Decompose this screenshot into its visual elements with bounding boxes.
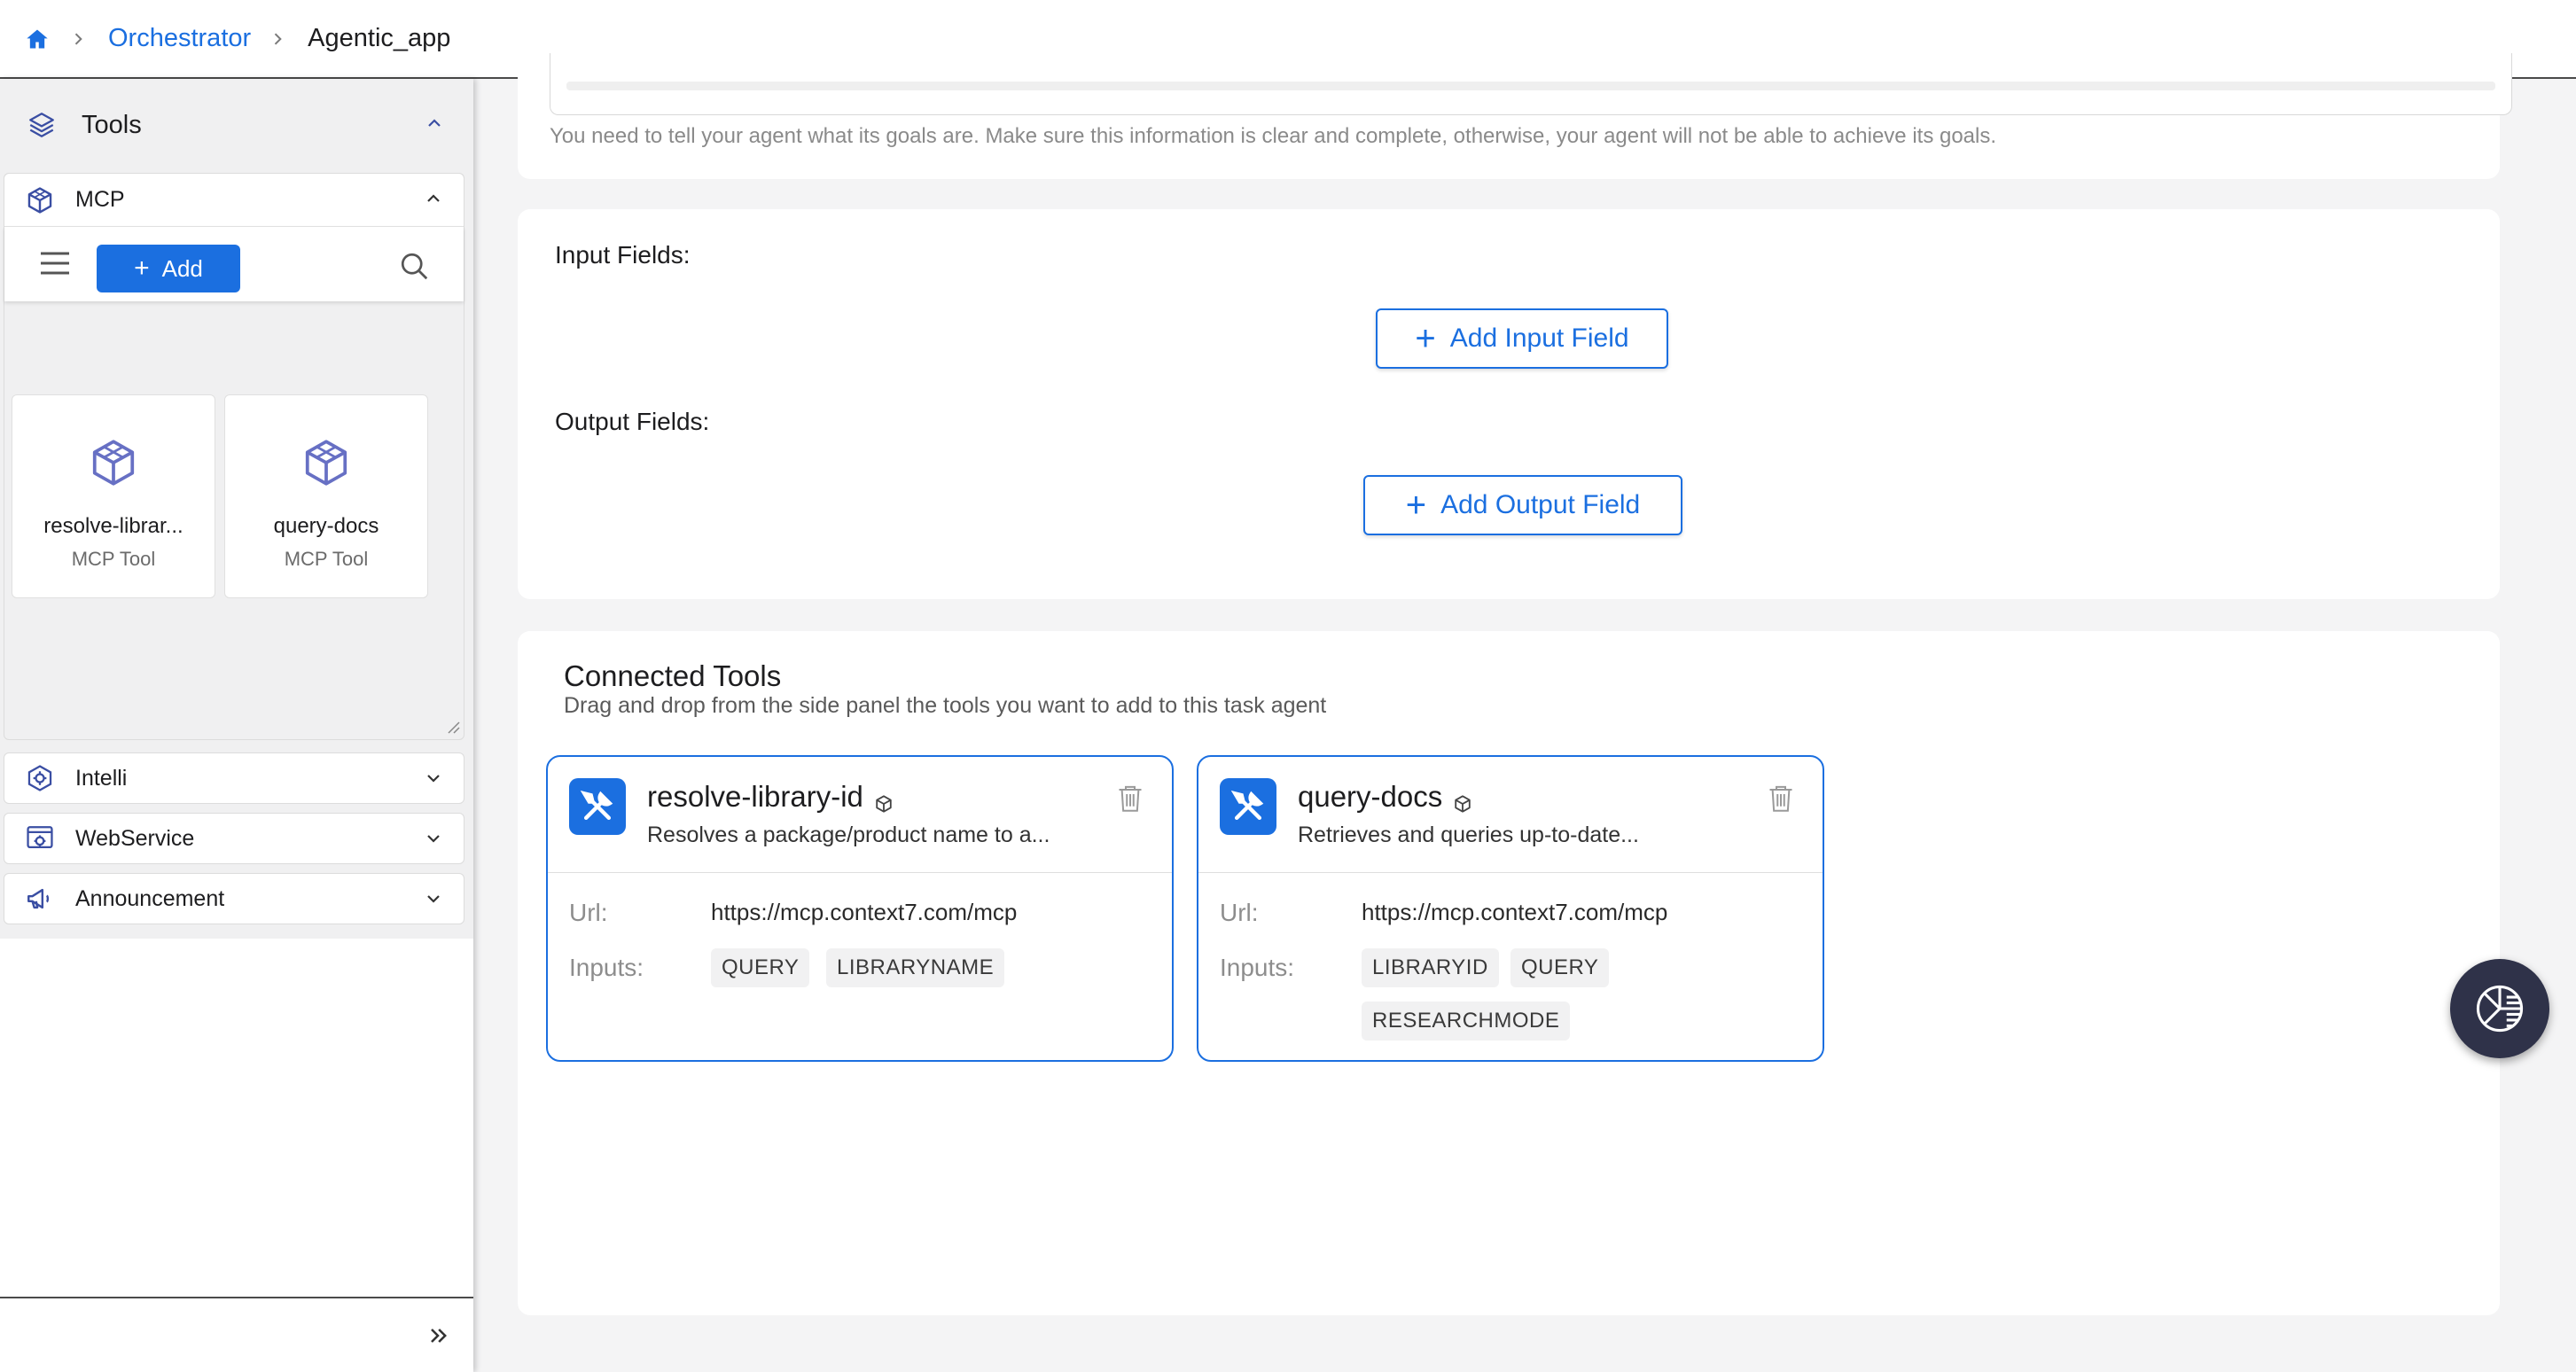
trash-icon[interactable] [1768, 783, 1794, 814]
tool-card-name: query-docs [273, 514, 379, 538]
webservice-icon [24, 822, 56, 854]
connected-tool-card[interactable]: query-docs Retrieves and queries up-to-d… [1197, 755, 1824, 1062]
url-key: Url: [1220, 899, 1259, 926]
output-fields-label: Output Fields: [555, 408, 710, 435]
connected-tool-name: resolve-library-id [647, 780, 894, 814]
input-tag: QUERY [1510, 948, 1610, 987]
input-tag: QUERY [711, 948, 810, 987]
tool-card-type: MCP Tool [71, 548, 156, 570]
breadcrumb-orchestrator[interactable]: Orchestrator [108, 24, 251, 53]
fields-card: Input Fields: + Add Input Field Output F… [518, 209, 2500, 599]
plus-icon: + [134, 253, 150, 283]
goals-hint: You need to tell your agent what its goa… [550, 124, 1997, 148]
cube-icon [1453, 787, 1472, 813]
cube-icon [300, 436, 353, 489]
url-value: https://mcp.context7.com/mcp [1362, 899, 1668, 925]
input-tag: LIBRARYNAME [826, 948, 1005, 987]
tools-header[interactable]: Tools [0, 79, 473, 171]
connected-tool-name-text: query-docs [1298, 780, 1443, 813]
connected-tool-card[interactable]: resolve-library-id Resolves a package/pr… [546, 755, 1174, 1062]
chevron-right-icon [69, 29, 89, 49]
inputs-key: Inputs: [569, 954, 644, 981]
mcp-section-header[interactable]: MCP [4, 174, 464, 227]
webservice-section-label: WebService [75, 825, 195, 851]
double-chevron-right-icon[interactable] [425, 1323, 452, 1350]
tools-wrench-icon [1220, 778, 1276, 835]
cube-icon [87, 436, 140, 489]
intelli-section-label: Intelli [75, 765, 128, 791]
gear-hex-icon [24, 762, 56, 794]
add-output-field-label: Add Output Field [1440, 490, 1641, 519]
assistant-logo-icon [2472, 981, 2527, 1036]
resize-handle-icon[interactable] [444, 718, 460, 734]
mcp-tool-card[interactable]: query-docs MCP Tool [224, 394, 428, 598]
connected-tools-card: Connected Tools Drag and drop from the s… [518, 631, 2500, 1315]
mcp-section-label: MCP [75, 187, 125, 212]
connected-tool-description: Retrieves and queries up-to-date... [1298, 822, 1639, 847]
inputs-key: Inputs: [1220, 954, 1295, 981]
url-value: https://mcp.context7.com/mcp [711, 899, 1018, 925]
mcp-toolbar: + Add [4, 227, 464, 301]
menu-icon[interactable] [40, 250, 70, 277]
input-tag: RESEARCHMODE [1362, 1002, 1571, 1041]
announcement-section-header[interactable]: Announcement [4, 873, 464, 924]
connected-tool-description: Resolves a package/product name to a... [647, 822, 1050, 847]
tools-wrench-icon [569, 778, 626, 835]
url-key: Url: [569, 899, 608, 926]
add-input-field-button[interactable]: + Add Input Field [1376, 308, 1668, 369]
search-icon[interactable] [398, 250, 430, 282]
intelli-section-header[interactable]: Intelli [4, 752, 464, 804]
cube-icon [24, 184, 56, 216]
add-button-label: Add [161, 254, 203, 282]
divider [1198, 872, 1823, 873]
input-tag: LIBRARYID [1362, 948, 1499, 987]
chevron-down-icon[interactable] [423, 828, 446, 851]
announcement-section-label: Announcement [75, 885, 225, 911]
input-fields-label: Input Fields: [555, 241, 691, 269]
assistant-fab[interactable] [2450, 959, 2549, 1058]
goals-textarea[interactable] [550, 53, 2512, 115]
chevron-up-icon[interactable] [424, 113, 447, 136]
tool-card-name: resolve-librar... [43, 514, 183, 538]
trash-icon[interactable] [1117, 783, 1144, 814]
goals-card: You need to tell your agent what its goa… [518, 53, 2512, 179]
breadcrumb-current: Agentic_app [308, 24, 451, 52]
add-output-field-button[interactable]: + Add Output Field [1363, 475, 1682, 535]
plus-icon: + [1405, 486, 1427, 525]
webservice-section-header[interactable]: WebService [4, 813, 464, 864]
add-mcp-tool-button[interactable]: + Add [97, 245, 240, 292]
megaphone-icon [24, 883, 56, 915]
cube-icon [874, 787, 894, 813]
mcp-tool-card[interactable]: resolve-librar... MCP Tool [12, 394, 215, 598]
tool-card-type: MCP Tool [284, 548, 369, 570]
chevron-up-icon[interactable] [423, 188, 446, 211]
connected-tools-subtitle: Drag and drop from the side panel the to… [564, 693, 1327, 718]
sidebar-footer [0, 1297, 473, 1372]
plus-icon: + [1415, 319, 1436, 358]
chevron-down-icon[interactable] [423, 768, 446, 791]
tools-title: Tools [82, 110, 142, 139]
chevron-down-icon[interactable] [423, 888, 446, 911]
add-input-field-label: Add Input Field [1449, 324, 1629, 353]
tools-sidebar: Tools MCP + Add resolve-librar... MCP To… [0, 79, 473, 1372]
divider [548, 872, 1172, 873]
connected-tool-name-text: resolve-library-id [647, 780, 863, 813]
connected-tools-title: Connected Tools [564, 659, 782, 692]
connected-tool-name: query-docs [1298, 780, 1472, 814]
home-icon[interactable] [25, 26, 51, 52]
layers-icon [27, 110, 57, 140]
chevron-right-icon [269, 29, 288, 49]
